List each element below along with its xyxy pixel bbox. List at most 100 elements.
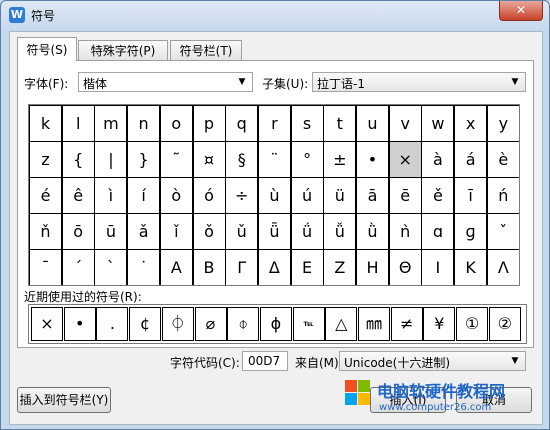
recent-symbol-cell[interactable]: ㎜ <box>358 307 390 341</box>
symbol-cell[interactable]: ō <box>61 213 95 250</box>
recent-symbol-cell[interactable]: ≠ <box>390 307 423 341</box>
symbol-cell[interactable]: Κ <box>454 249 488 285</box>
recent-symbol-cell[interactable]: . <box>96 307 129 341</box>
symbol-cell[interactable]: o <box>159 105 193 142</box>
subset-select[interactable]: 拉丁语-1 ▼ <box>312 72 526 92</box>
symbol-cell[interactable]: ù <box>257 177 291 214</box>
symbol-cell[interactable]: ˜ <box>159 141 193 178</box>
recent-symbol-cell[interactable]: ⌽ <box>227 307 260 341</box>
symbol-cell[interactable]: | <box>94 141 128 178</box>
insert-to-symbol-bar-button[interactable]: 插入到符号栏(Y) <box>17 387 111 413</box>
symbol-cell[interactable]: ň <box>29 213 62 250</box>
symbol-cell[interactable]: ǒ <box>192 213 226 250</box>
symbol-cell[interactable]: ò <box>159 177 193 214</box>
symbol-cell[interactable]: ú <box>290 177 324 214</box>
recent-symbol-cell[interactable]: • <box>63 307 96 341</box>
symbol-cell[interactable]: ê <box>61 177 95 214</box>
char-code-input[interactable]: 00D7 <box>242 351 288 371</box>
recent-symbol-cell[interactable]: ℡ <box>292 307 325 341</box>
symbol-cell[interactable]: Θ <box>388 249 422 285</box>
symbol-cell[interactable]: l <box>61 105 95 142</box>
symbol-cell[interactable]: ü <box>323 177 357 214</box>
symbol-cell[interactable]: ˋ <box>94 249 128 285</box>
symbol-cell[interactable]: ě <box>421 177 455 214</box>
recent-symbol-cell[interactable]: ⌀ <box>194 307 227 341</box>
close-button[interactable]: ✕ <box>499 1 543 21</box>
symbol-cell[interactable]: ˇ <box>486 213 519 250</box>
symbol-cell[interactable]: Η <box>356 249 389 285</box>
symbol-cell[interactable]: ɑ <box>421 213 455 250</box>
symbol-cell[interactable]: è <box>486 141 519 178</box>
symbol-cell[interactable]: ǎ <box>127 213 161 250</box>
symbol-cell[interactable]: ǚ <box>323 213 357 250</box>
symbol-cell[interactable]: ń <box>486 177 519 214</box>
symbol-cell[interactable]: ˊ <box>61 249 95 285</box>
symbol-cell[interactable]: ¨ <box>257 141 291 178</box>
recent-symbol-cell[interactable]: ① <box>456 307 489 341</box>
symbol-cell[interactable]: ē <box>388 177 422 214</box>
symbol-cell[interactable]: ° <box>290 141 324 178</box>
symbol-cell[interactable]: r <box>257 105 291 142</box>
symbol-cell[interactable]: à <box>421 141 455 178</box>
symbol-cell[interactable]: ó <box>192 177 226 214</box>
symbol-cell[interactable]: Δ <box>257 249 291 285</box>
symbol-cell[interactable]: Ζ <box>323 249 357 285</box>
symbol-cell[interactable]: w <box>421 105 455 142</box>
symbol-cell[interactable]: ÷ <box>225 177 259 214</box>
recent-symbol-cell[interactable]: △ <box>325 307 358 341</box>
symbol-cell[interactable]: § <box>225 141 259 178</box>
symbol-cell[interactable]: Α <box>159 249 193 285</box>
recent-symbol-cell[interactable]: ϕ <box>259 307 292 341</box>
tab-symbol-bar[interactable]: 符号栏(T) <box>170 40 242 60</box>
symbol-cell[interactable]: ī <box>454 177 488 214</box>
font-select[interactable]: 楷体 ▼ <box>78 72 253 92</box>
symbol-cell[interactable]: v <box>388 105 422 142</box>
symbol-cell[interactable]: m <box>94 105 128 142</box>
symbol-cell[interactable]: n <box>127 105 161 142</box>
symbol-cell[interactable]: ǹ <box>388 213 422 250</box>
symbol-cell[interactable]: ¤ <box>192 141 226 178</box>
symbol-cell[interactable]: ˙ <box>127 249 161 285</box>
symbol-cell[interactable]: Γ <box>225 249 259 285</box>
symbol-cell[interactable]: ǘ <box>290 213 324 250</box>
symbol-cell[interactable]: t <box>323 105 357 142</box>
symbol-cell[interactable]: ǖ <box>257 213 291 250</box>
symbol-cell[interactable]: u <box>356 105 389 142</box>
symbol-cell[interactable]: q <box>225 105 259 142</box>
recent-symbol-cell[interactable]: ¥ <box>423 307 456 341</box>
symbol-cell[interactable]: • <box>356 141 389 178</box>
symbol-cell[interactable]: Ι <box>421 249 455 285</box>
symbol-cell[interactable]: Β <box>192 249 226 285</box>
symbol-cell[interactable]: ɡ <box>454 213 488 250</box>
tab-symbols[interactable]: 符号(S) <box>17 37 77 61</box>
symbol-cell[interactable]: ± <box>323 141 357 178</box>
symbol-cell[interactable]: s <box>290 105 324 142</box>
symbol-cell[interactable]: Λ <box>486 249 519 285</box>
symbol-cell[interactable]: Ε <box>290 249 324 285</box>
grid-scrollbar[interactable]: ▲ ▼ <box>519 105 520 285</box>
symbol-cell[interactable]: z <box>29 141 62 178</box>
recent-symbol-cell[interactable]: ⏀ <box>161 307 194 341</box>
symbol-cell[interactable]: ǐ <box>159 213 193 250</box>
symbol-cell[interactable]: ā <box>356 177 389 214</box>
tab-special-characters[interactable]: 特殊字符(P) <box>78 40 168 60</box>
symbol-cell[interactable]: } <box>127 141 161 178</box>
symbol-cell[interactable]: × <box>388 141 422 178</box>
symbol-cell[interactable]: x <box>454 105 488 142</box>
recent-symbol-cell[interactable]: ¢ <box>129 307 162 341</box>
symbol-cell[interactable]: ì <box>94 177 128 214</box>
symbol-cell[interactable]: k <box>29 105 62 142</box>
symbol-cell[interactable]: y <box>486 105 519 142</box>
symbol-cell[interactable]: é <box>29 177 62 214</box>
symbol-cell[interactable]: á <box>454 141 488 178</box>
symbol-cell[interactable]: ū <box>94 213 128 250</box>
from-select[interactable]: Unicode(十六进制) ▼ <box>339 351 526 371</box>
symbol-cell[interactable]: ˉ <box>29 249 62 285</box>
symbol-cell[interactable]: ǜ <box>356 213 389 250</box>
symbol-cell[interactable]: í <box>127 177 161 214</box>
symbol-cell[interactable]: { <box>61 141 95 178</box>
symbol-cell[interactable]: ǔ <box>225 213 259 250</box>
symbol-cell[interactable]: p <box>192 105 226 142</box>
recent-symbol-cell[interactable]: ② <box>488 307 521 341</box>
recent-symbol-cell[interactable]: × <box>31 307 63 341</box>
